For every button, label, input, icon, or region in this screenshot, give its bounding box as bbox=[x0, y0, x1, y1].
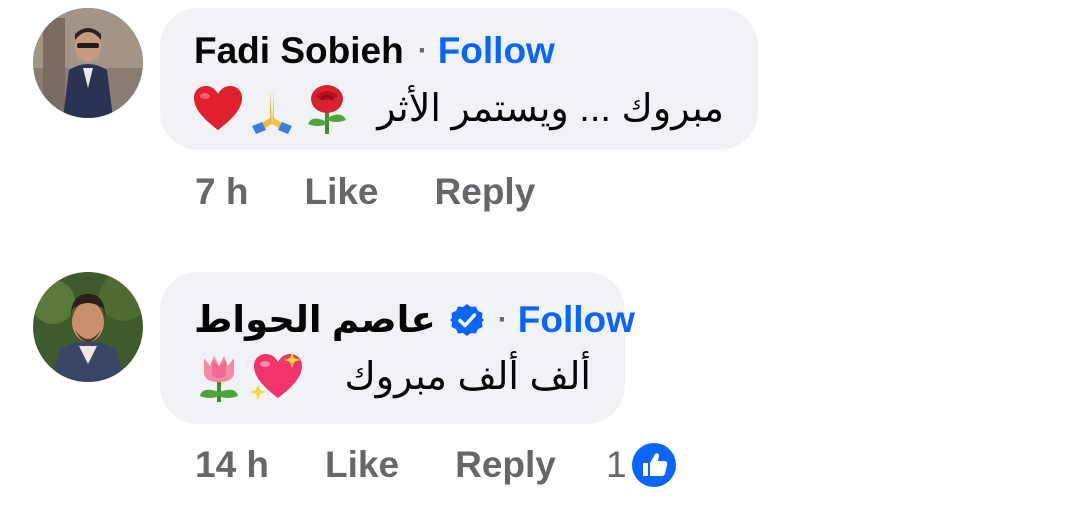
verified-badge-icon bbox=[449, 303, 484, 336]
comment-actions: 7 h Like Reply bbox=[195, 171, 535, 213]
comment-item: عاصم الحواط · Follow ألف ألف مبروك 14 h … bbox=[0, 250, 1080, 527]
separator-dot: · bbox=[417, 34, 428, 67]
comment-actions: 14 h Like Reply bbox=[195, 444, 556, 486]
sparkling-heart-icon bbox=[248, 350, 304, 408]
comment-timestamp[interactable]: 7 h bbox=[195, 171, 248, 213]
avatar[interactable] bbox=[33, 272, 143, 382]
tulip-icon bbox=[194, 352, 244, 408]
like-button[interactable]: Like bbox=[325, 444, 399, 486]
follow-button[interactable]: Follow bbox=[518, 299, 635, 341]
comment-bubble: Fadi Sobieh · Follow مبروك ... ويستمر ال… bbox=[160, 8, 758, 150]
rose-icon bbox=[302, 84, 352, 140]
comment-author[interactable]: Fadi Sobieh bbox=[194, 30, 404, 72]
like-reaction-icon bbox=[631, 443, 676, 487]
comment-bubble: عاصم الحواط · Follow ألف ألف مبروك bbox=[160, 272, 635, 424]
avatar[interactable] bbox=[33, 8, 143, 118]
comment-text: ألف ألف مبروك bbox=[344, 356, 591, 398]
comment-header: Fadi Sobieh · Follow bbox=[194, 30, 555, 72]
like-button[interactable]: Like bbox=[304, 171, 378, 213]
red-heart-icon bbox=[192, 84, 244, 138]
reply-button[interactable]: Reply bbox=[435, 171, 536, 213]
reaction-summary[interactable]: 1 bbox=[606, 442, 677, 488]
comment-header: عاصم الحواط · Follow bbox=[194, 298, 635, 341]
reaction-count: 1 bbox=[606, 444, 627, 485]
comment-text: مبروك ... ويستمر الأثر bbox=[377, 88, 724, 130]
follow-button[interactable]: Follow bbox=[438, 30, 555, 72]
separator-dot: · bbox=[497, 302, 508, 336]
comment-timestamp[interactable]: 14 h bbox=[195, 444, 269, 486]
comment-author[interactable]: عاصم الحواط bbox=[194, 298, 436, 341]
praying-hands-icon bbox=[248, 84, 296, 138]
reply-button[interactable]: Reply bbox=[455, 444, 556, 486]
comment-item: Fadi Sobieh · Follow مبروك ... ويستمر ال… bbox=[0, 0, 1080, 250]
